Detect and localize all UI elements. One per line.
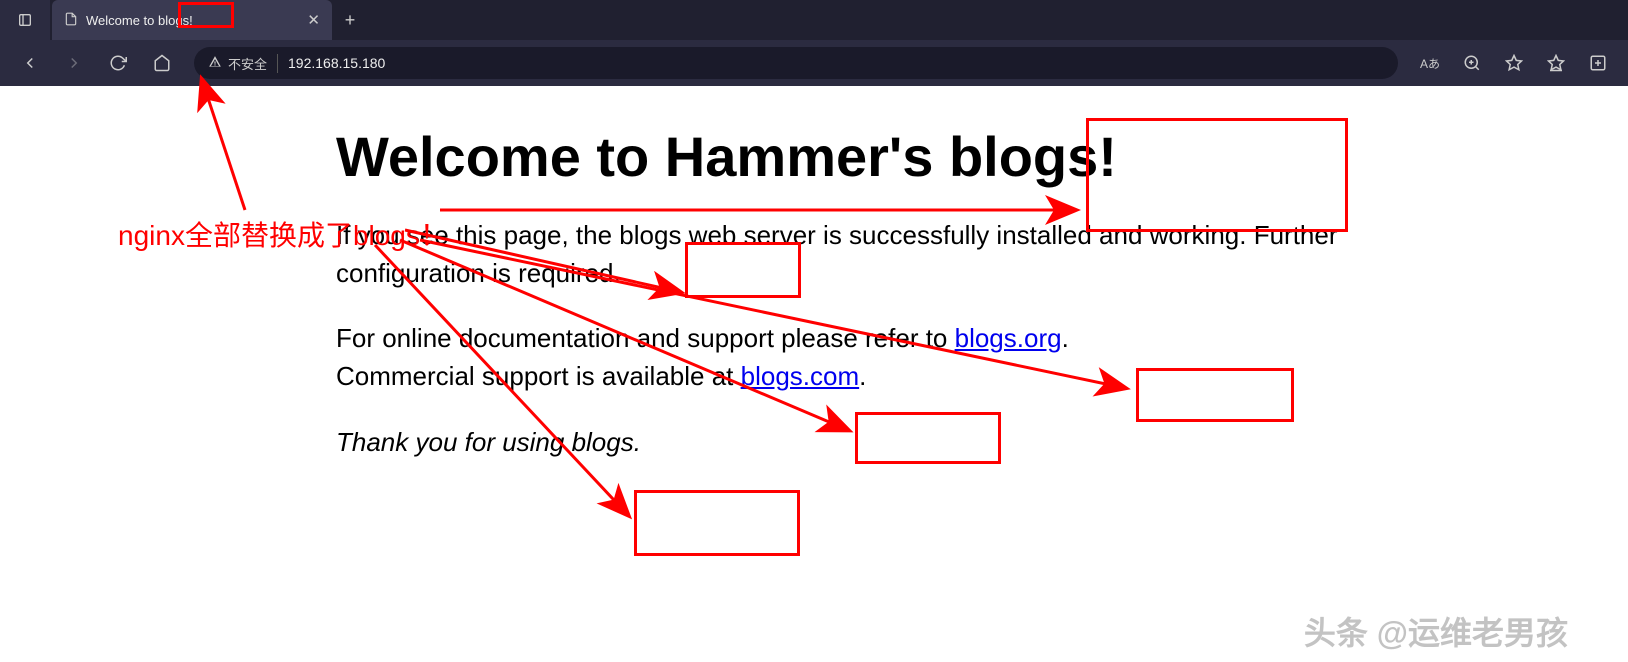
home-button[interactable] — [142, 43, 182, 83]
intro-paragraph: If you see this page, the blogs web serv… — [336, 217, 1386, 292]
thanks-paragraph: Thank you for using blogs. — [336, 424, 1386, 462]
annotation-label: nginx全部替换成了blogs！ — [118, 214, 448, 254]
security-label: 不安全 — [228, 54, 267, 73]
url-text: 192.168.15.180 — [288, 55, 385, 71]
zoom-button[interactable] — [1452, 43, 1492, 83]
watermark: 头条 @运维老男孩 — [1304, 608, 1568, 654]
warning-icon — [208, 55, 222, 72]
docs-link[interactable]: blogs.org — [955, 323, 1062, 353]
tab-title: Welcome to blogs! — [86, 13, 193, 28]
file-icon — [64, 12, 78, 29]
tab-bar: Welcome to blogs! ✕ + — [0, 0, 1628, 40]
browser-tab[interactable]: Welcome to blogs! ✕ — [52, 0, 332, 40]
page-content: Welcome to Hammer's blogs! If you see th… — [0, 86, 1628, 662]
forward-button[interactable] — [54, 43, 94, 83]
browser-chrome: Welcome to blogs! ✕ + 不安全 192.168.15.180 — [0, 0, 1628, 86]
tab-actions-button[interactable] — [0, 0, 50, 40]
back-button[interactable] — [10, 43, 50, 83]
favorites-add-button[interactable] — [1494, 43, 1534, 83]
docs-paragraph: For online documentation and support ple… — [336, 320, 1386, 395]
reading-mode-button[interactable]: Aあ — [1410, 43, 1450, 83]
close-icon[interactable]: ✕ — [307, 11, 320, 29]
commercial-link[interactable]: blogs.com — [741, 361, 860, 391]
address-bar: 不安全 192.168.15.180 Aあ — [0, 40, 1628, 86]
url-input[interactable]: 不安全 192.168.15.180 — [194, 47, 1398, 79]
collections-button[interactable] — [1578, 43, 1618, 83]
favorites-button[interactable] — [1536, 43, 1576, 83]
page-title: Welcome to Hammer's blogs! — [336, 124, 1386, 189]
new-tab-button[interactable]: + — [332, 0, 368, 40]
security-indicator[interactable]: 不安全 — [208, 54, 278, 73]
refresh-button[interactable] — [98, 43, 138, 83]
